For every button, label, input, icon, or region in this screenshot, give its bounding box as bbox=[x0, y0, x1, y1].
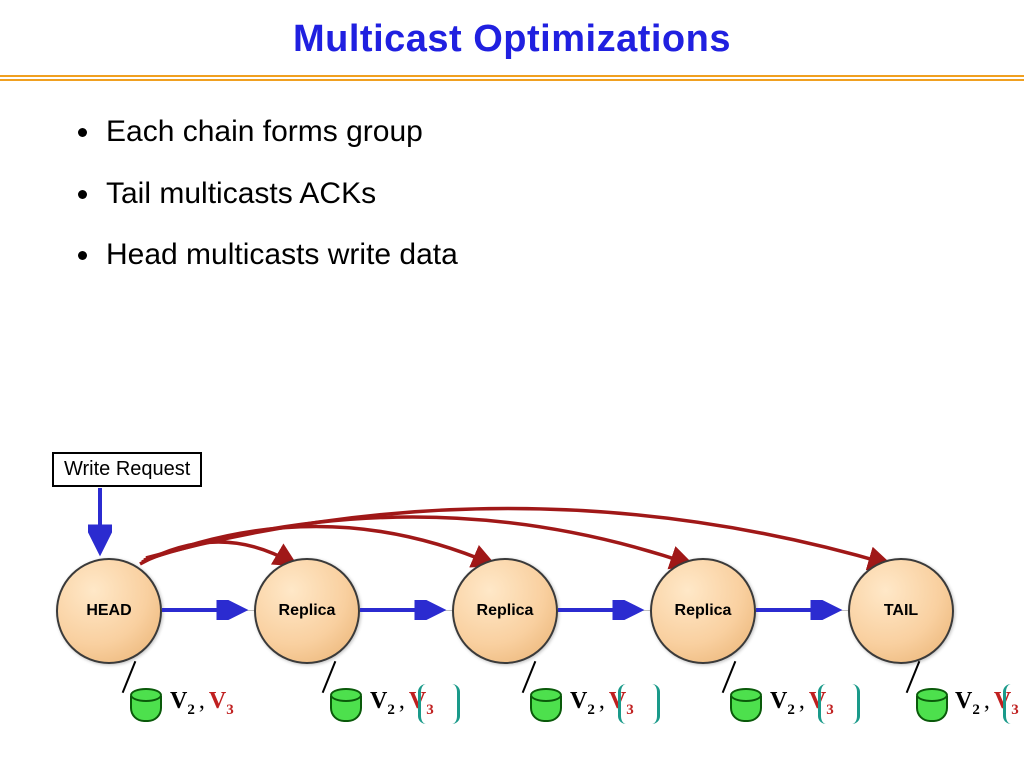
database-icon bbox=[918, 692, 946, 722]
database-icon bbox=[132, 692, 160, 722]
db-connector bbox=[722, 661, 737, 693]
write-request-label: Write Request bbox=[52, 452, 202, 487]
version-label: V2,V3 bbox=[170, 688, 234, 719]
database-icon bbox=[732, 692, 760, 722]
db-connector bbox=[322, 661, 337, 693]
bullet-item: Each chain forms group bbox=[102, 101, 1024, 163]
db-connector bbox=[522, 661, 537, 693]
db-connector bbox=[906, 661, 921, 693]
bullet-item: Head multicasts write data bbox=[102, 224, 1024, 286]
node-head: HEAD bbox=[56, 558, 162, 664]
bracket-icon bbox=[818, 684, 860, 724]
node-replica: Replica bbox=[254, 558, 360, 664]
bracket-icon bbox=[1003, 684, 1024, 724]
node-replica: Replica bbox=[650, 558, 756, 664]
db-connector bbox=[122, 661, 137, 693]
database-icon bbox=[532, 692, 560, 722]
bracket-icon bbox=[418, 684, 460, 724]
chain-arrow-icon bbox=[162, 600, 254, 620]
slide-title: Multicast Optimizations bbox=[0, 18, 1024, 61]
chain-arrow-icon bbox=[360, 600, 452, 620]
chain-diagram: Write Request HEAD Replica Replica Repli… bbox=[0, 452, 1024, 768]
chain-arrow-icon bbox=[756, 600, 848, 620]
bracket-icon bbox=[618, 684, 660, 724]
node-tail: TAIL bbox=[848, 558, 954, 664]
divider bbox=[0, 75, 1024, 81]
bullet-item: Tail multicasts ACKs bbox=[102, 163, 1024, 225]
database-icon bbox=[332, 692, 360, 722]
node-replica: Replica bbox=[452, 558, 558, 664]
bullet-list: Each chain forms group Tail multicasts A… bbox=[62, 101, 1024, 286]
chain-arrow-icon bbox=[558, 600, 650, 620]
